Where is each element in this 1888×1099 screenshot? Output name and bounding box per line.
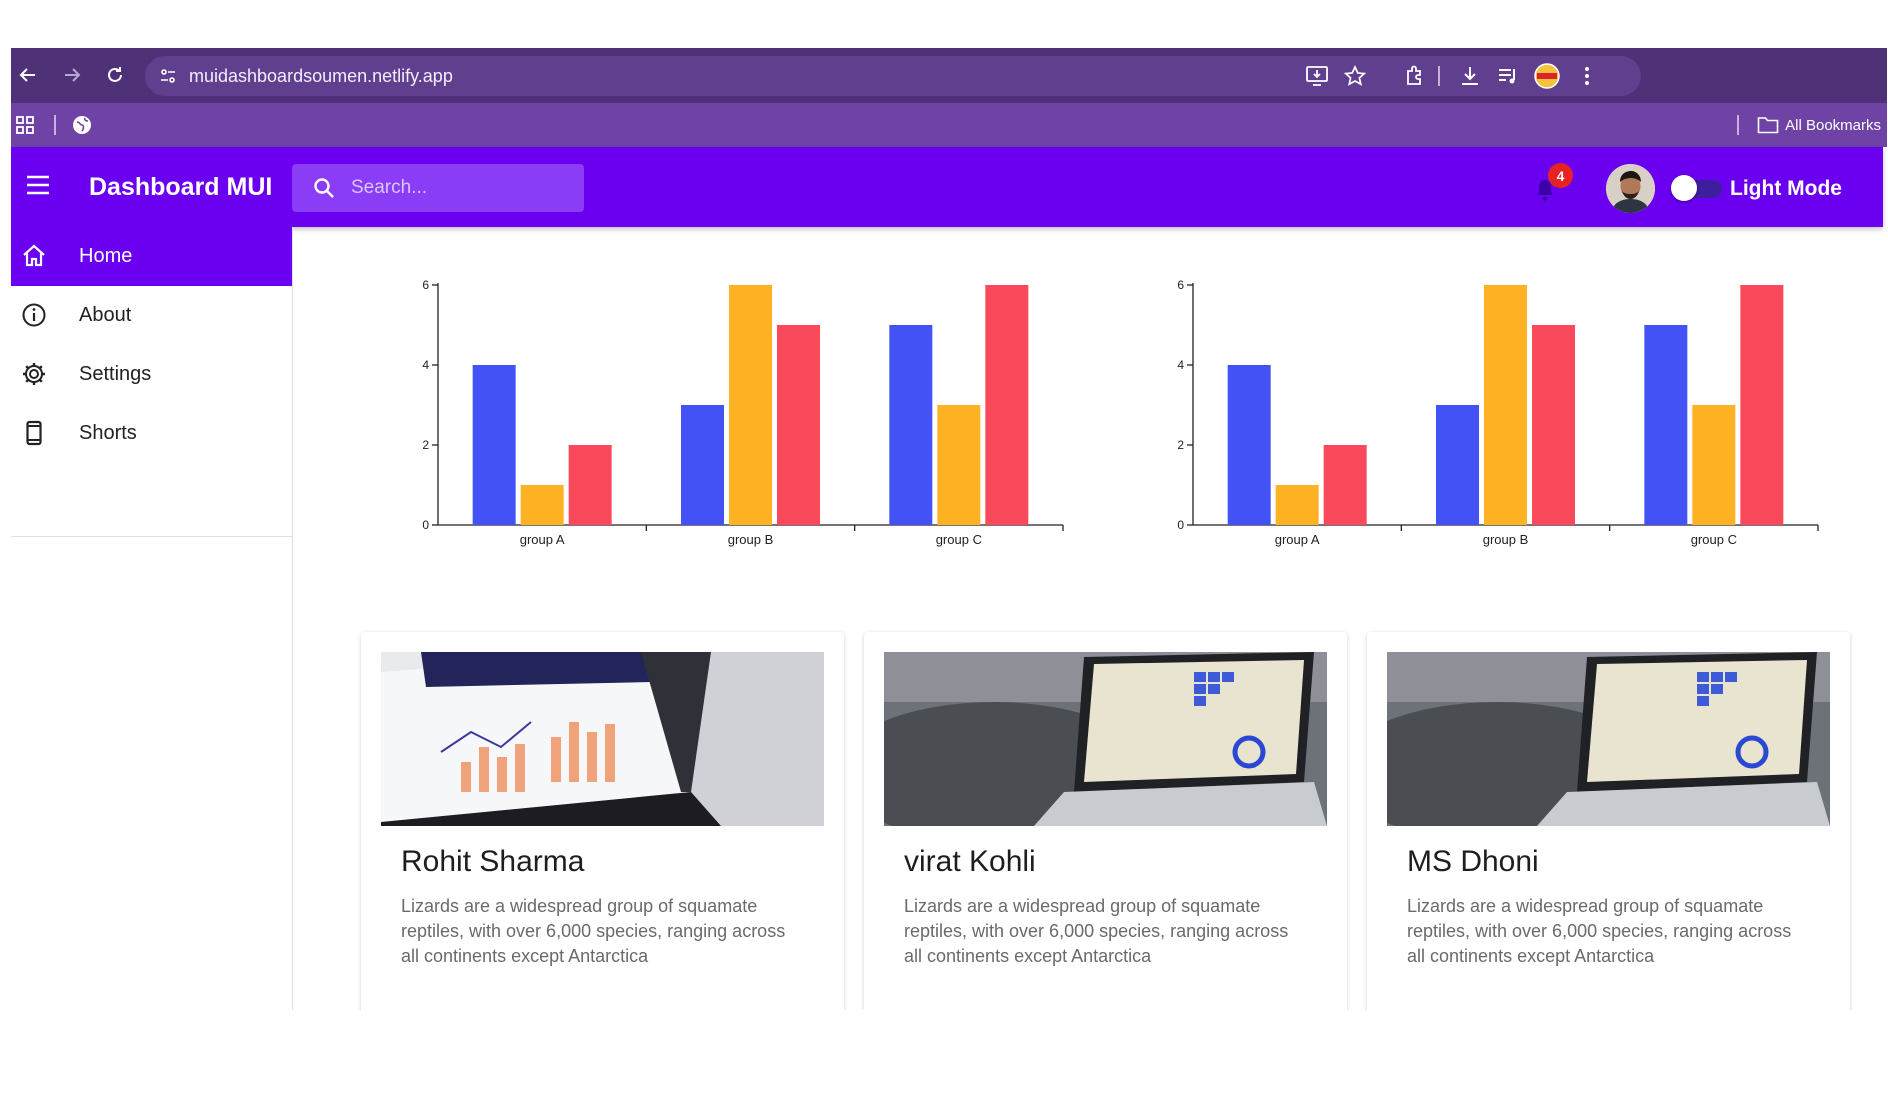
x-tick-label: group C (1691, 532, 1737, 547)
y-tick-label: 0 (422, 518, 429, 532)
sidebar-item-about[interactable]: About (11, 286, 292, 345)
media-controls-icon[interactable] (1492, 60, 1524, 92)
y-tick-label: 2 (1177, 438, 1184, 452)
bar[interactable] (1323, 445, 1367, 525)
gear-icon (23, 363, 45, 385)
bar[interactable] (985, 285, 1029, 525)
bar[interactable] (937, 405, 981, 525)
y-tick-label: 6 (1177, 278, 1184, 292)
reload-icon[interactable] (98, 58, 132, 92)
y-tick-label: 0 (1177, 518, 1184, 532)
bar[interactable] (1227, 365, 1271, 525)
home-icon (23, 244, 45, 267)
card-description: Lizards are a widespread group of squama… (401, 896, 786, 966)
card-description: Lizards are a widespread group of squama… (1407, 896, 1792, 966)
bar[interactable] (777, 325, 820, 525)
browser-menu-icon[interactable] (1571, 60, 1603, 92)
bar-chart-2: 0 2 4 6 group A group B group C (1148, 260, 1828, 630)
bar[interactable] (889, 325, 933, 525)
search-icon (314, 178, 334, 198)
y-tick-label: 6 (422, 278, 429, 292)
sidebar-item-label: Shorts (79, 422, 137, 444)
bar[interactable] (1275, 485, 1319, 525)
phone-icon (26, 420, 42, 446)
bar-chart-svg: 0 2 4 6 group A group B group C (1177, 278, 1819, 547)
sidebar-item-home[interactable]: Home (11, 227, 292, 286)
bar[interactable] (568, 445, 612, 525)
theme-toggle-thumb[interactable] (1671, 175, 1697, 201)
url-text[interactable]: muidashboardsoumen.netlify.app (189, 66, 453, 87)
y-tick-label: 2 (422, 438, 429, 452)
bar[interactable] (1692, 405, 1736, 525)
bar[interactable] (729, 285, 772, 525)
card-title: Rohit Sharma (401, 845, 585, 878)
y-tick-label: 4 (422, 358, 429, 372)
forward-icon[interactable] (55, 58, 89, 92)
x-tick-label: group A (520, 532, 565, 547)
bar-chart-1: 0 2 4 6 group A group B group C (393, 260, 1073, 630)
bookmark-star-icon[interactable] (1339, 60, 1371, 92)
bar-chart-svg: 0 2 4 6 group A group B group C (422, 278, 1064, 547)
sidebar-item-settings[interactable]: Settings (11, 345, 292, 404)
sidebar-item-label: Home (79, 245, 133, 267)
bar[interactable] (1740, 285, 1784, 525)
y-tick-label: 4 (1177, 358, 1184, 372)
bar[interactable] (472, 365, 516, 525)
bookmark-divider (54, 115, 56, 135)
card-title: MS Dhoni (1407, 845, 1539, 878)
bar[interactable] (681, 405, 724, 525)
card-description: Lizards are a widespread group of squama… (904, 896, 1289, 966)
browser-window: muidashboardsoumen.netlify.app All Bookm… (11, 48, 1887, 1010)
card-virat-kohli[interactable]: virat Kohli Lizards are a widespread gro… (864, 632, 1347, 1010)
all-bookmarks-link[interactable]: All Bookmarks (1785, 117, 1881, 134)
search-box[interactable]: Search... (292, 164, 584, 212)
avatar[interactable] (1606, 164, 1655, 213)
x-tick-label: group C (936, 532, 982, 547)
card-image-laptop-analytics (1387, 652, 1830, 826)
search-input[interactable]: Search... (351, 177, 427, 199)
sidebar-item-label: Settings (79, 363, 152, 385)
bar[interactable] (1532, 325, 1575, 525)
folder-icon[interactable] (1757, 116, 1779, 139)
card-rohit-sharma[interactable]: Rohit Sharma Lizards are a widespread gr… (361, 632, 844, 1010)
downloads-icon[interactable] (1454, 60, 1486, 92)
bar[interactable] (1436, 405, 1479, 525)
app-bar: Dashboard MUI Search... 4 Light Mode (11, 147, 1883, 227)
browser-toolbar: muidashboardsoumen.netlify.app (11, 48, 1887, 103)
site-settings-icon[interactable] (159, 67, 177, 85)
mode-label: Light Mode (1730, 177, 1842, 200)
bar[interactable] (1644, 325, 1688, 525)
app-title: Dashboard MUI (89, 173, 273, 201)
extensions-icon[interactable] (1399, 60, 1431, 92)
bar[interactable] (520, 485, 564, 525)
sidebar: Home About Settings Shorts (11, 227, 293, 1010)
sidebar-item-label: About (79, 304, 132, 326)
card-image-laptop-analytics (884, 652, 1327, 826)
x-tick-label: group A (1275, 532, 1320, 547)
card-ms-dhoni[interactable]: MS Dhoni Lizards are a widespread group … (1367, 632, 1850, 1010)
toolbar-divider (1438, 66, 1440, 86)
menu-icon[interactable] (25, 174, 51, 201)
sidebar-divider (11, 536, 292, 537)
info-icon (22, 303, 46, 327)
bar[interactable] (1484, 285, 1527, 525)
back-icon[interactable] (11, 58, 45, 92)
apps-grid-icon[interactable] (15, 115, 35, 140)
card-title: virat Kohli (904, 845, 1036, 878)
globe-icon[interactable] (71, 114, 93, 141)
bookmark-divider (1737, 115, 1739, 135)
card-image-dashboard-laptop (381, 652, 824, 826)
sidebar-item-shorts[interactable]: Shorts (11, 404, 292, 463)
bookmarks-bar: All Bookmarks (11, 103, 1887, 147)
x-tick-label: group B (728, 532, 774, 547)
install-app-icon[interactable] (1301, 60, 1333, 92)
notification-badge: 4 (1548, 163, 1573, 188)
x-tick-label: group B (1483, 532, 1529, 547)
profile-avatar-icon[interactable] (1531, 60, 1563, 92)
